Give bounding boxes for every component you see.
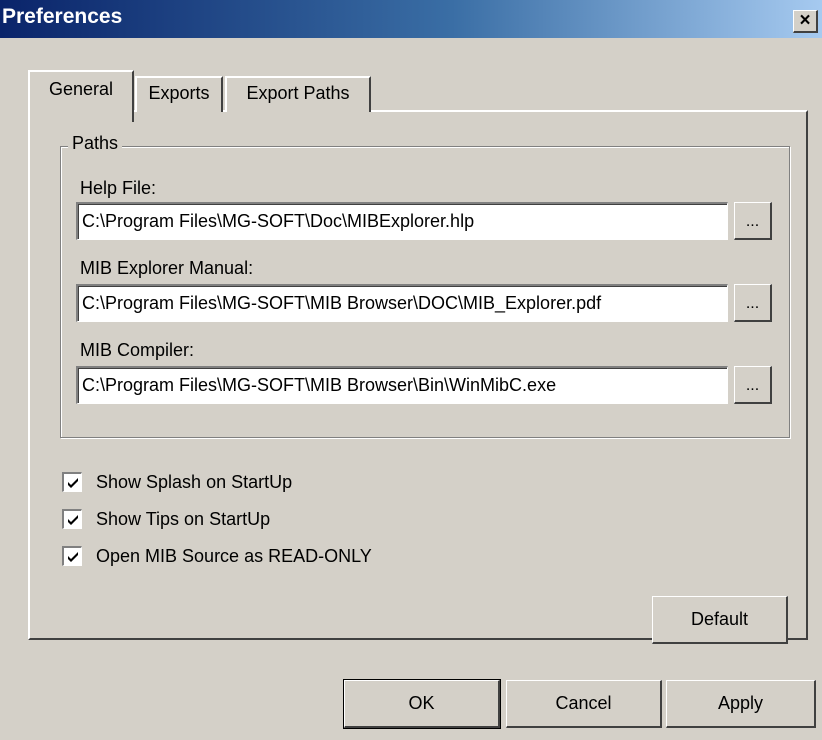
window-title: Preferences <box>2 5 123 28</box>
title-bar[interactable]: Preferences × <box>0 0 822 38</box>
check-icon <box>68 552 78 562</box>
mib-explorer-manual-browse-button[interactable]: ... <box>734 284 772 322</box>
preferences-dialog: Preferences × General Exports Export Pat… <box>0 0 822 740</box>
show-tips-label: Show Tips on StartUp <box>96 509 271 529</box>
help-file-browse-button[interactable]: ... <box>734 202 772 240</box>
ok-button[interactable]: OK <box>343 679 501 729</box>
close-icon: × <box>799 10 811 31</box>
tab-general[interactable]: General <box>28 70 134 122</box>
help-file-input[interactable]: C:\Program Files\MG-SOFT\Doc\MIBExplorer… <box>76 202 728 240</box>
mib-compiler-input[interactable]: C:\Program Files\MG-SOFT\MIB Browser\Bin… <box>76 366 728 404</box>
read-only-checkbox[interactable] <box>62 546 82 566</box>
help-file-label: Help File: <box>80 178 157 198</box>
close-button[interactable]: × <box>793 10 818 33</box>
check-icon <box>68 478 78 488</box>
tab-exports[interactable]: Exports <box>135 76 223 112</box>
default-button[interactable]: Default <box>652 596 788 644</box>
cancel-button[interactable]: Cancel <box>506 680 662 728</box>
check-icon <box>68 515 78 525</box>
show-splash-checkbox[interactable] <box>62 472 82 492</box>
mib-explorer-manual-input[interactable]: C:\Program Files\MG-SOFT\MIB Browser\DOC… <box>76 284 728 322</box>
read-only-label: Open MIB Source as READ-ONLY <box>96 546 372 566</box>
show-splash-label: Show Splash on StartUp <box>96 472 293 492</box>
apply-button[interactable]: Apply <box>666 680 816 728</box>
mib-compiler-label: MIB Compiler: <box>80 340 195 360</box>
paths-group-title: Paths <box>68 133 123 154</box>
mib-explorer-manual-label: MIB Explorer Manual: <box>80 258 254 278</box>
show-tips-checkbox[interactable] <box>62 509 82 529</box>
mib-compiler-browse-button[interactable]: ... <box>734 366 772 404</box>
tab-export-paths[interactable]: Export Paths <box>225 76 371 112</box>
